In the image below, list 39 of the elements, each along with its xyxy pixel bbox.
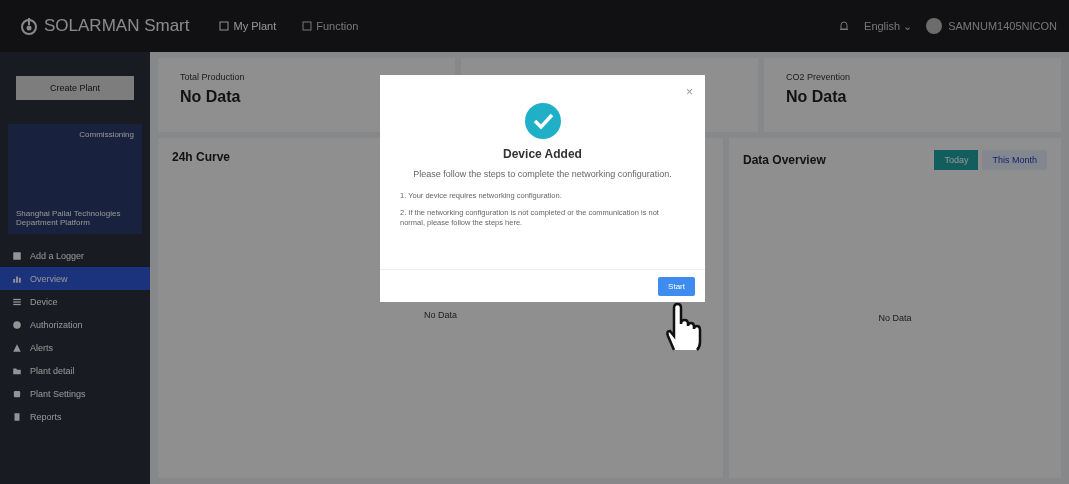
dialog-subtitle: Please follow the steps to complete the networking configuration. [413,169,672,179]
stat-value: No Data [786,88,848,106]
user-name[interactable]: SAMNUM1405NICON [948,20,1057,32]
plant-name: Shanghai Pailai Technologies Department Platform [16,208,122,228]
avatar[interactable] [926,18,943,34]
circle-icon [12,319,22,330]
sidebar-item[interactable]: Authorization [0,313,150,336]
stat-value: No Data [180,88,242,106]
sidebar-item[interactable]: Plant Settings [0,382,150,405]
create-plant-button[interactable]: Create Plant [16,76,134,100]
dialog-title: Device Added [503,147,582,161]
list-icon [12,296,22,307]
logo-icon [20,17,38,35]
language-selector[interactable]: English ⌄ [864,19,913,33]
panel-title: Data Overview [743,153,826,167]
document-icon [12,411,22,422]
sidebar-item[interactable]: Overview [0,267,150,290]
nav-tab[interactable]: My Plant [213,16,283,36]
plant-card[interactable]: Commissioning Shanghai Pailai Technologies Department Platform [8,124,142,234]
nav-tab[interactable]: Function [296,16,365,36]
empty-message: No Data [878,313,912,323]
panel-title: 24h Curve [172,150,231,164]
sidebar-item[interactable]: Plant detail [0,359,150,382]
square-icon [12,388,22,399]
start-button[interactable]: Start [658,276,695,296]
triangle-icon [12,342,22,353]
bell-icon[interactable] [838,20,851,32]
empty-message: No Data [424,310,457,320]
stat-label: CO2 Prevention [786,72,852,82]
square-icon [12,250,22,261]
plant-status: Commissioning [79,130,134,139]
period-tab[interactable]: This Month [982,150,1047,170]
check-icon [524,103,561,139]
stat-label: Total Production [180,72,246,82]
sidebar-item[interactable]: Device [0,290,150,313]
brand-name: SOLARMAN Smart [44,16,190,36]
sidebar-item[interactable]: Add a Logger [0,244,150,267]
sidebar-item[interactable]: Alerts [0,336,150,359]
sidebar-item[interactable]: Reports [0,405,150,428]
